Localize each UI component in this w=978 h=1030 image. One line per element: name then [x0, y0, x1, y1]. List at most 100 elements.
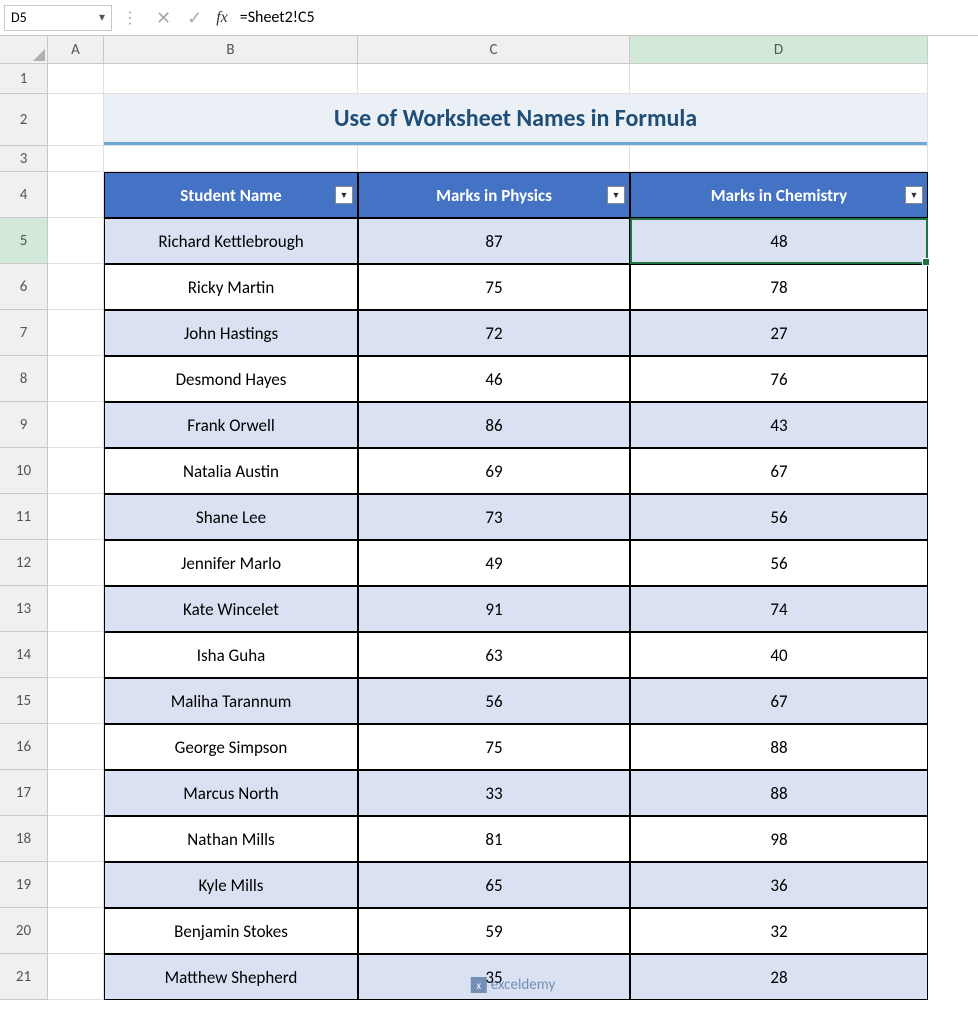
table-cell[interactable]: George Simpson	[104, 724, 358, 770]
row-header-6[interactable]: 6	[0, 264, 48, 310]
table-cell[interactable]: Richard Kettlebrough	[104, 218, 358, 264]
table-cell[interactable]: Marcus North	[104, 770, 358, 816]
table-cell[interactable]: 35	[358, 954, 630, 1000]
table-cell[interactable]: 81	[358, 816, 630, 862]
cell[interactable]	[48, 724, 104, 770]
table-cell[interactable]: 69	[358, 448, 630, 494]
table-cell[interactable]: 32	[630, 908, 928, 954]
cell[interactable]	[48, 356, 104, 402]
cell[interactable]	[48, 64, 104, 94]
row-header-19[interactable]: 19	[0, 862, 48, 908]
row-header-12[interactable]: 12	[0, 540, 48, 586]
row-header-16[interactable]: 16	[0, 724, 48, 770]
table-cell[interactable]: 46	[358, 356, 630, 402]
table-cell[interactable]: 91	[358, 586, 630, 632]
table-cell[interactable]: 87	[358, 218, 630, 264]
table-cell[interactable]: 88	[630, 770, 928, 816]
table-cell[interactable]: 56	[358, 678, 630, 724]
cell[interactable]	[48, 146, 104, 172]
cell[interactable]	[48, 264, 104, 310]
cell[interactable]	[48, 218, 104, 264]
table-cell[interactable]: 67	[630, 678, 928, 724]
table-cell[interactable]: 65	[358, 862, 630, 908]
table-cell[interactable]: Nathan Mills	[104, 816, 358, 862]
table-cell[interactable]: 73	[358, 494, 630, 540]
cell[interactable]	[630, 146, 928, 172]
table-header-physics[interactable]: Marks in Physics▼	[358, 172, 630, 218]
row-header-2[interactable]: 2	[0, 94, 48, 146]
table-cell[interactable]: 75	[358, 724, 630, 770]
cell[interactable]	[48, 632, 104, 678]
cell[interactable]	[48, 954, 104, 1000]
table-cell[interactable]: Kyle Mills	[104, 862, 358, 908]
row-header-11[interactable]: 11	[0, 494, 48, 540]
cancel-icon[interactable]: ✕	[156, 7, 171, 29]
row-header-5[interactable]: 5	[0, 218, 48, 264]
table-cell[interactable]: Jennifer Marlo	[104, 540, 358, 586]
cell[interactable]	[358, 146, 630, 172]
table-cell[interactable]: 75	[358, 264, 630, 310]
row-header-10[interactable]: 10	[0, 448, 48, 494]
row-header-13[interactable]: 13	[0, 586, 48, 632]
row-header-14[interactable]: 14	[0, 632, 48, 678]
filter-button[interactable]: ▼	[905, 186, 923, 204]
row-header-3[interactable]: 3	[0, 146, 48, 172]
table-header-student[interactable]: Student Name▼	[104, 172, 358, 218]
table-cell[interactable]: Ricky Martin	[104, 264, 358, 310]
table-cell[interactable]: Benjamin Stokes	[104, 908, 358, 954]
table-cell[interactable]: 43	[630, 402, 928, 448]
table-header-chemistry[interactable]: Marks in Chemistry▼	[630, 172, 928, 218]
row-header-20[interactable]: 20	[0, 908, 48, 954]
table-cell[interactable]: Maliha Tarannum	[104, 678, 358, 724]
cell[interactable]	[104, 146, 358, 172]
table-cell[interactable]: 49	[358, 540, 630, 586]
cell[interactable]	[48, 448, 104, 494]
table-cell[interactable]: 72	[358, 310, 630, 356]
table-cell[interactable]: 56	[630, 540, 928, 586]
chevron-down-icon[interactable]: ▾	[99, 10, 105, 25]
select-all-corner[interactable]	[0, 36, 48, 64]
cell[interactable]	[48, 402, 104, 448]
row-header-7[interactable]: 7	[0, 310, 48, 356]
table-cell[interactable]: 78	[630, 264, 928, 310]
fx-icon[interactable]: fx	[216, 9, 228, 27]
row-header-4[interactable]: 4	[0, 172, 48, 218]
table-cell[interactable]: Natalia Austin	[104, 448, 358, 494]
table-cell[interactable]: 33	[358, 770, 630, 816]
table-cell[interactable]: 88	[630, 724, 928, 770]
cell[interactable]	[48, 94, 104, 146]
table-cell[interactable]: 56	[630, 494, 928, 540]
cell[interactable]	[48, 310, 104, 356]
table-cell[interactable]: 28	[630, 954, 928, 1000]
row-header-17[interactable]: 17	[0, 770, 48, 816]
cell[interactable]	[630, 64, 928, 94]
cell[interactable]	[48, 862, 104, 908]
table-cell[interactable]: Frank Orwell	[104, 402, 358, 448]
cell[interactable]	[48, 586, 104, 632]
cell[interactable]	[48, 540, 104, 586]
table-cell[interactable]: 27	[630, 310, 928, 356]
col-header-B[interactable]: B	[104, 36, 358, 64]
cell[interactable]	[48, 770, 104, 816]
table-cell[interactable]: 67	[630, 448, 928, 494]
table-cell[interactable]: 40	[630, 632, 928, 678]
table-cell[interactable]: Shane Lee	[104, 494, 358, 540]
cell[interactable]	[48, 908, 104, 954]
cell[interactable]	[48, 678, 104, 724]
table-cell[interactable]: Desmond Hayes	[104, 356, 358, 402]
cell[interactable]	[48, 172, 104, 218]
table-cell[interactable]: 86	[358, 402, 630, 448]
table-cell[interactable]: 63	[358, 632, 630, 678]
table-cell[interactable]: 74	[630, 586, 928, 632]
table-cell[interactable]: Isha Guha	[104, 632, 358, 678]
table-cell[interactable]: John Hastings	[104, 310, 358, 356]
row-header-18[interactable]: 18	[0, 816, 48, 862]
col-header-A[interactable]: A	[48, 36, 104, 64]
table-cell[interactable]: Matthew Shepherd	[104, 954, 358, 1000]
cells-area[interactable]: Use of Worksheet Names in FormulaStudent…	[48, 64, 978, 1000]
table-cell[interactable]: 98	[630, 816, 928, 862]
row-header-21[interactable]: 21	[0, 954, 48, 1000]
table-cell[interactable]: 36	[630, 862, 928, 908]
col-header-D[interactable]: D	[630, 36, 928, 64]
table-cell[interactable]: Kate Wincelet	[104, 586, 358, 632]
